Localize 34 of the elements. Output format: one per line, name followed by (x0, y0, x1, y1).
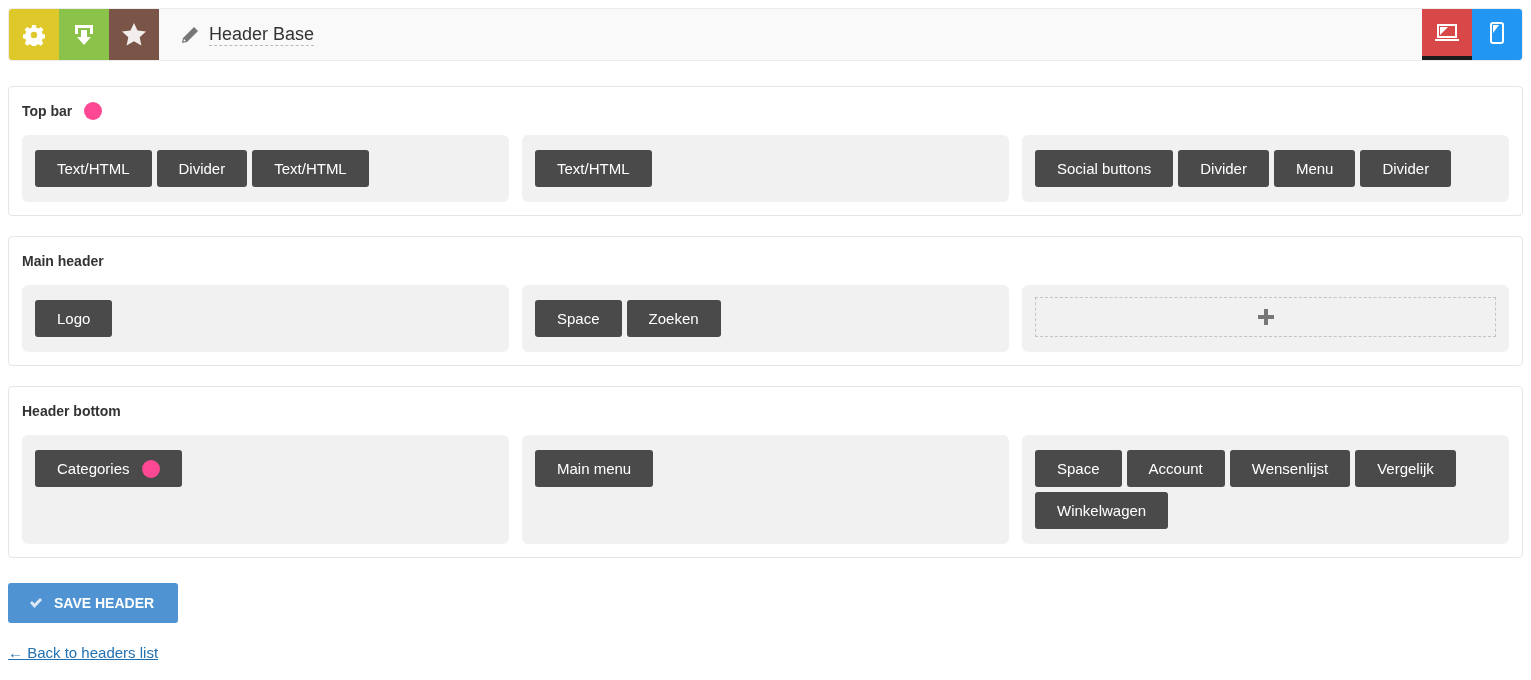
settings-icon (23, 23, 45, 46)
header-element[interactable]: Social buttons (1035, 150, 1174, 187)
header-element[interactable]: Divider (156, 150, 248, 187)
header-element[interactable]: Text/HTML (535, 150, 652, 187)
pencil-icon (181, 25, 199, 44)
header-element[interactable]: Zoeken (626, 300, 721, 337)
header-element[interactable]: Categories (35, 450, 182, 487)
header-element[interactable]: Wensenlijst (1229, 450, 1351, 487)
header-element[interactable]: Text/HTML (252, 150, 369, 187)
header-element[interactable]: Winkelwagen (1035, 492, 1169, 529)
header-element[interactable]: Space (1035, 450, 1122, 487)
download-icon (74, 23, 94, 46)
desktop-view-button[interactable] (1422, 9, 1472, 60)
header-element[interactable]: Main menu (535, 450, 654, 487)
header-element[interactable]: Divider (1360, 150, 1452, 187)
phone-icon (1490, 21, 1504, 44)
row-title: Top bar (22, 103, 73, 119)
laptop-icon (1435, 23, 1459, 42)
header-element[interactable]: Menu (1273, 150, 1356, 187)
star-icon (122, 23, 146, 46)
row-title: Main header (22, 253, 104, 269)
header-element[interactable]: Logo (35, 300, 113, 337)
settings-button[interactable] (9, 9, 59, 60)
plus-icon (1257, 309, 1274, 325)
header-element[interactable]: Text/HTML (35, 150, 152, 187)
favorite-button[interactable] (109, 9, 159, 60)
header-element[interactable]: Space (535, 300, 622, 337)
header-title[interactable]: Header Base (209, 23, 315, 46)
row-title: Header bottom (22, 403, 121, 419)
back-link[interactable]: ← Back to headers list (8, 644, 159, 661)
check-icon (30, 598, 42, 608)
header-element[interactable]: Divider (1178, 150, 1269, 187)
header-element[interactable]: Vergelijk (1355, 450, 1456, 487)
header-element[interactable]: Account (1126, 450, 1225, 487)
